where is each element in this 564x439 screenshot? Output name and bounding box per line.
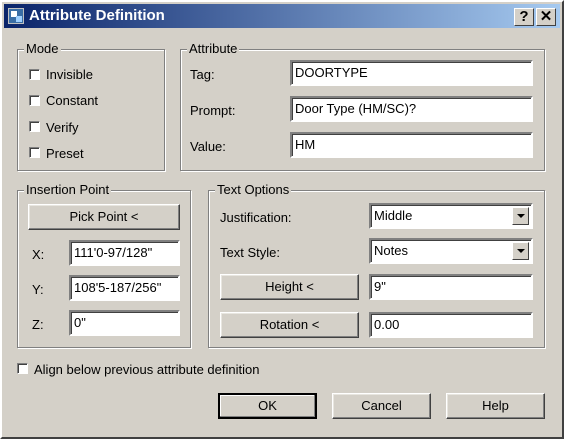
help-button[interactable]: Help (446, 393, 545, 419)
text-style-value: Notes (374, 243, 408, 258)
insertion-point-title: Insertion Point (24, 182, 112, 197)
preset-label[interactable]: Preset (46, 146, 84, 161)
tag-label: Tag: (190, 67, 215, 82)
y-input[interactable]: 108'5-187/256" (69, 275, 180, 301)
verify-label[interactable]: Verify (46, 120, 79, 135)
invisible-label[interactable]: Invisible (46, 67, 93, 82)
value-input[interactable]: HM (290, 132, 533, 158)
prompt-label: Prompt: (190, 103, 236, 118)
pick-point-button[interactable]: Pick Point < (28, 204, 180, 230)
text-style-label: Text Style: (220, 245, 280, 260)
ok-button[interactable]: OK (218, 393, 317, 419)
help-title-button[interactable]: ? (514, 8, 534, 26)
z-input[interactable]: 0" (69, 310, 180, 336)
preset-checkbox[interactable] (29, 147, 40, 158)
text-style-dropdown-arrow-icon[interactable] (512, 242, 529, 260)
y-label: Y: (32, 282, 44, 297)
justification-value: Middle (374, 208, 413, 223)
invisible-checkbox[interactable] (29, 69, 40, 80)
rotation-input[interactable]: 0.00 (369, 312, 533, 338)
tag-input[interactable]: DOORTYPE (290, 60, 533, 86)
cancel-button[interactable]: Cancel (332, 393, 431, 419)
text-options-title: Text Options (215, 182, 292, 197)
justification-label: Justification: (220, 210, 292, 225)
constant-label[interactable]: Constant (46, 93, 98, 108)
rotation-button[interactable]: Rotation < (220, 312, 359, 338)
z-label: Z: (32, 317, 44, 332)
justification-select[interactable]: Middle (369, 203, 533, 229)
value-label: Value: (190, 139, 226, 154)
x-input[interactable]: 111'0-97/128" (69, 240, 180, 266)
close-icon[interactable]: ✕ (536, 8, 556, 26)
mode-group-title: Mode (24, 41, 61, 56)
align-below-label[interactable]: Align below previous attribute definitio… (34, 362, 259, 377)
window-title: Attribute Definition (29, 7, 165, 24)
prompt-input[interactable]: Door Type (HM/SC)? (290, 96, 533, 122)
align-below-checkbox[interactable] (17, 363, 28, 374)
attribute-group-title: Attribute (187, 41, 240, 56)
title-bar[interactable]: Attribute Definition ? ✕ (4, 4, 560, 28)
text-style-select[interactable]: Notes (369, 238, 533, 264)
verify-checkbox[interactable] (29, 121, 40, 132)
constant-checkbox[interactable] (29, 95, 40, 106)
height-button[interactable]: Height < (220, 274, 359, 300)
app-icon (8, 8, 24, 24)
height-input[interactable]: 9" (369, 274, 533, 300)
x-label: X: (32, 247, 45, 262)
justification-dropdown-arrow-icon[interactable] (512, 207, 529, 225)
